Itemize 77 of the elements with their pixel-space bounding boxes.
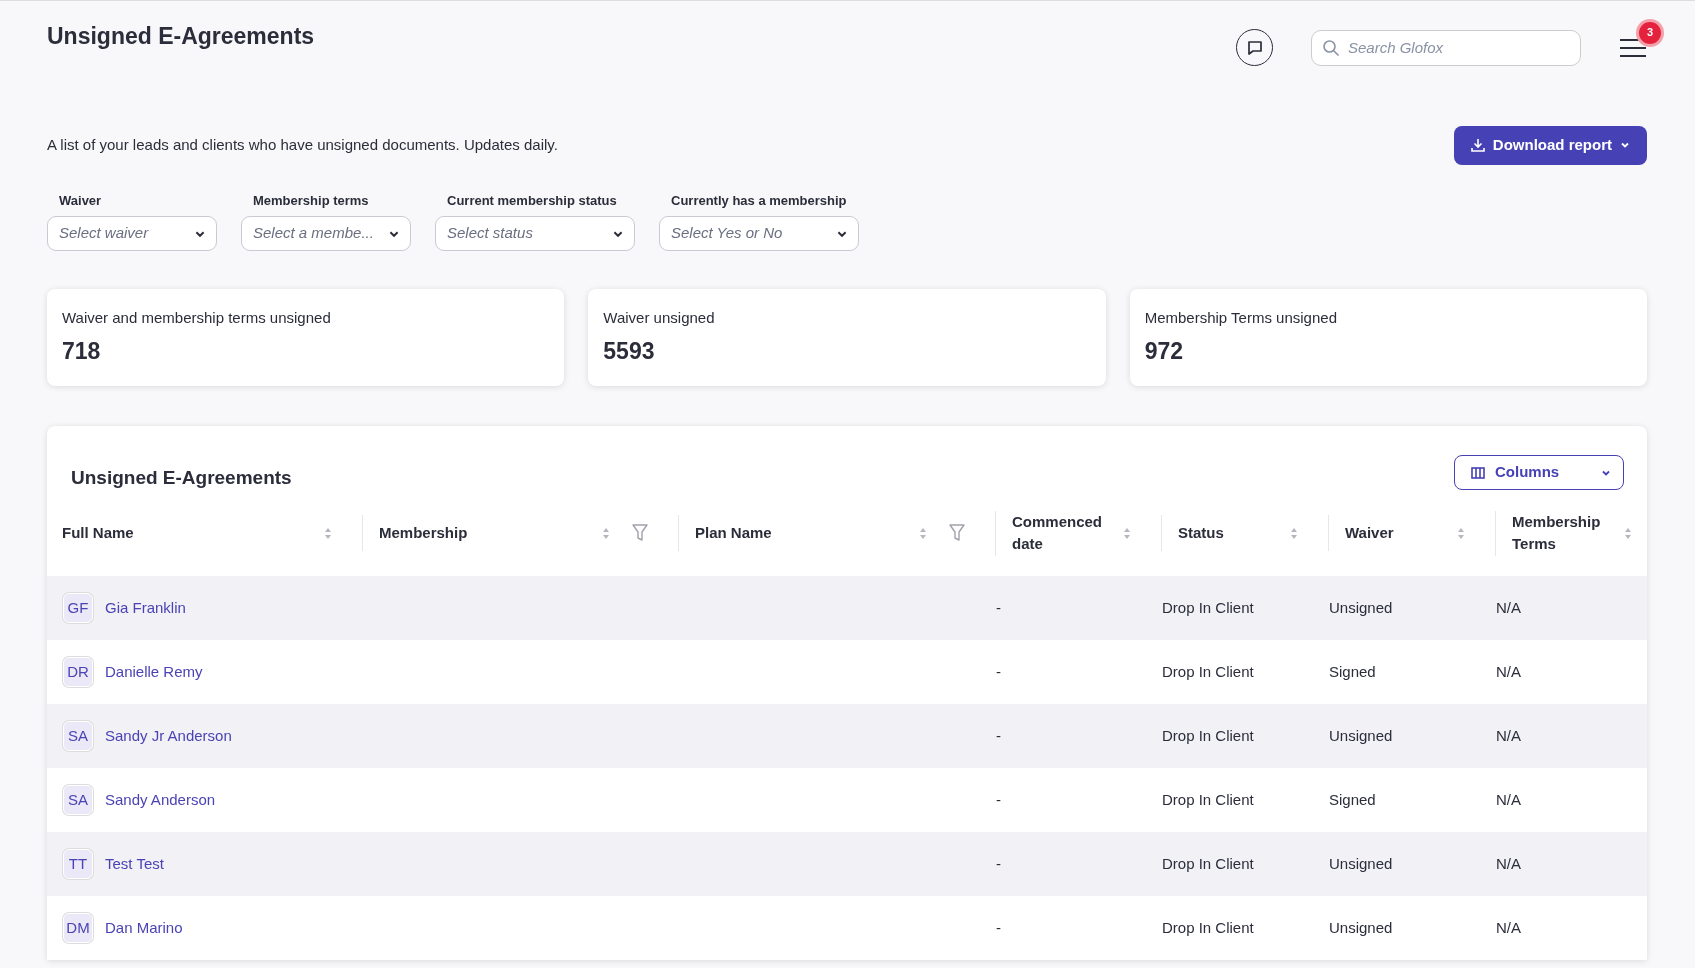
stat-value: 5593: [603, 336, 656, 366]
table-cell: Drop In Client: [1162, 854, 1254, 872]
name-link[interactable]: Sandy Anderson: [105, 790, 216, 808]
columns-button[interactable]: Columns: [1454, 455, 1624, 490]
table-cell: N/A: [1496, 790, 1521, 808]
name-link[interactable]: Test Test: [105, 854, 164, 872]
avatar: SA: [63, 785, 93, 815]
menu-icon[interactable]: [1619, 37, 1647, 58]
sort-icon[interactable]: [1457, 526, 1465, 540]
name-link[interactable]: Danielle Remy: [105, 662, 203, 680]
stat-label: Membership Terms unsigned: [1144, 308, 1338, 328]
table-cell: Drop In Client: [1162, 790, 1254, 808]
sort-icon[interactable]: [919, 526, 927, 540]
stat-label: Waiver unsigned: [603, 308, 716, 328]
avatar: GF: [63, 593, 93, 623]
table-cell: Signed: [1329, 790, 1376, 808]
avatar: SA: [63, 721, 93, 751]
table-cell: N/A: [1496, 662, 1521, 680]
table-cell: -: [996, 854, 1001, 872]
table-cell: N/A: [1496, 854, 1521, 872]
table-cell: Unsigned: [1329, 918, 1393, 936]
sort-icon[interactable]: [602, 526, 610, 540]
search-icon: [1322, 38, 1340, 57]
column-header[interactable]: Membership Terms: [1512, 510, 1616, 556]
column-header[interactable]: Status: [1178, 521, 1282, 545]
table-cell: Drop In Client: [1162, 918, 1254, 936]
table-cell: N/A: [1496, 918, 1521, 936]
table-title: Unsigned E-Agreements: [71, 467, 292, 490]
filter-icon[interactable]: [632, 524, 648, 542]
table-cell: -: [996, 662, 1001, 680]
column-header[interactable]: Full Name: [62, 521, 316, 545]
stat-label: Waiver and membership terms unsigned: [62, 308, 332, 328]
column-header[interactable]: Membership: [379, 521, 594, 545]
dropdown-field[interactable]: Select status: [435, 216, 635, 251]
sort-icon[interactable]: [1290, 526, 1298, 540]
sort-icon[interactable]: [324, 526, 332, 540]
columns-icon: [1471, 466, 1485, 479]
description-text: A list of your leads and clients who have unsigned documents. Updates daily.: [47, 135, 558, 155]
table-cell: Unsigned: [1329, 598, 1393, 616]
table-cell: Unsigned: [1329, 854, 1393, 872]
name-link[interactable]: Sandy Jr Anderson: [105, 726, 232, 744]
table-cell: Signed: [1329, 662, 1376, 680]
column-header[interactable]: Commenced date: [1012, 510, 1115, 556]
avatar: DR: [63, 657, 93, 687]
avatar: TT: [63, 849, 93, 879]
search-field[interactable]: Search Glofox: [1311, 29, 1581, 66]
table-cell: Drop In Client: [1162, 726, 1254, 744]
table-cell: -: [996, 726, 1001, 744]
column-header[interactable]: Plan Name: [695, 521, 911, 545]
download-report-button[interactable]: Download report: [1453, 126, 1647, 165]
dropdown-field[interactable]: Select waiver: [47, 216, 217, 251]
stat-value: 972: [1144, 336, 1185, 366]
dropdown-field[interactable]: Select a membe...: [241, 216, 411, 251]
table-cell: Unsigned: [1329, 726, 1393, 744]
avatar: DM: [63, 913, 93, 943]
sort-icon[interactable]: [1624, 526, 1632, 540]
table-cell: Drop In Client: [1162, 662, 1254, 680]
table-cell: N/A: [1496, 598, 1521, 616]
table-cell: Drop In Client: [1162, 598, 1254, 616]
sort-icon[interactable]: [1123, 526, 1131, 540]
download-icon: [1470, 138, 1485, 153]
column-header[interactable]: Waiver: [1345, 521, 1449, 545]
dropdown-field[interactable]: Select Yes or No: [659, 216, 859, 251]
table-cell: -: [996, 598, 1001, 616]
notification-count: 3: [1639, 21, 1661, 44]
filter-icon[interactable]: [949, 524, 965, 542]
filter-label: Currently has a membership: [671, 191, 848, 210]
table-cell: N/A: [1496, 726, 1521, 744]
table-cell: -: [996, 790, 1001, 808]
filter-label: Waiver: [59, 191, 103, 210]
name-link[interactable]: Gia Franklin: [105, 598, 186, 616]
name-link[interactable]: Dan Marino: [105, 918, 183, 936]
filter-label: Membership terms: [253, 191, 370, 210]
table-cell: -: [996, 918, 1001, 936]
stat-value: 718: [62, 336, 102, 366]
page-title: Unsigned E-Agreements: [47, 23, 315, 51]
filter-label: Current membership status: [447, 191, 618, 210]
